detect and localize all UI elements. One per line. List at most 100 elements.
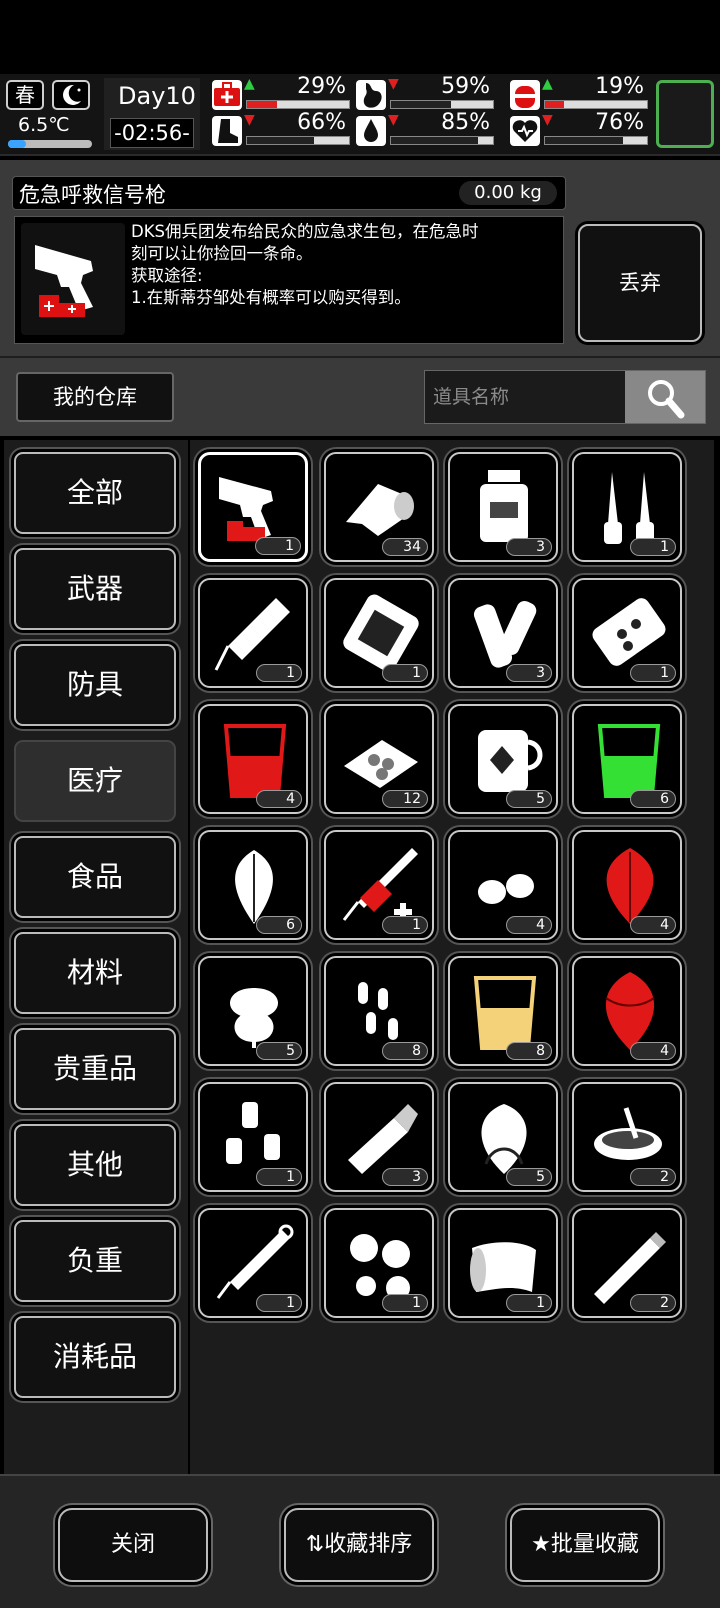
inventory-slot[interactable]: 1 bbox=[448, 1208, 558, 1318]
item-count: 4 bbox=[630, 1042, 676, 1060]
inventory-slot[interactable]: 2 bbox=[572, 1082, 682, 1192]
inventory-slot[interactable]: 5 bbox=[198, 956, 308, 1066]
inventory-slot[interactable]: 4 bbox=[198, 704, 308, 814]
item-count: 3 bbox=[506, 538, 552, 556]
category-load[interactable]: 负重 bbox=[14, 1220, 176, 1302]
item-count: 1 bbox=[382, 916, 428, 934]
item-count: 1 bbox=[255, 537, 301, 555]
item-count: 5 bbox=[506, 1168, 552, 1186]
inventory-slot[interactable]: 6 bbox=[198, 830, 308, 940]
inventory-slot[interactable]: 1 bbox=[572, 452, 682, 562]
stat-fill bbox=[391, 137, 478, 144]
item-count: 34 bbox=[382, 538, 428, 556]
stat-fill bbox=[391, 101, 452, 108]
stat-fill bbox=[545, 137, 623, 144]
my-warehouse-button[interactable]: 我的仓库 bbox=[16, 372, 174, 422]
equipped-slot[interactable] bbox=[656, 80, 714, 148]
energy-stat: ▲ 19% bbox=[510, 74, 650, 114]
item-count: 1 bbox=[256, 1294, 302, 1312]
stat-fill bbox=[247, 101, 277, 108]
inventory-slot[interactable]: 1 bbox=[324, 578, 434, 688]
flare-gun-icon bbox=[21, 223, 125, 335]
sort-favorites-button[interactable]: ⇅收藏排序 bbox=[284, 1508, 434, 1582]
discard-button[interactable]: 丢弃 bbox=[578, 224, 702, 342]
boot-icon bbox=[212, 116, 242, 146]
item-name-bar: 危急呼救信号枪 0.00 kg bbox=[12, 176, 566, 210]
item-description-box: DKS佣兵团发布给民众的应急求生包，在危急时 刻可以让你捡回一条命。 获取途径:… bbox=[14, 216, 564, 344]
item-count: 1 bbox=[506, 1294, 552, 1312]
stars-icon: ★ bbox=[531, 1532, 551, 1557]
trend-arrow-icon: ▼ bbox=[388, 76, 399, 92]
category-sidebar: 全部 武器 防具 医疗 食品 材料 贵重品 其他 负重 消耗品 bbox=[4, 440, 188, 1474]
temperature: 6.5℃ bbox=[6, 114, 92, 150]
item-count: 1 bbox=[630, 664, 676, 682]
trend-arrow-icon: ▼ bbox=[244, 112, 255, 128]
search-input[interactable] bbox=[425, 371, 625, 423]
inventory-slot[interactable]: 5 bbox=[448, 704, 558, 814]
inventory-slot[interactable]: 3 bbox=[324, 1082, 434, 1192]
item-count: 2 bbox=[630, 1294, 676, 1312]
search-icon bbox=[648, 380, 685, 419]
inventory-slot[interactable]: 4 bbox=[572, 830, 682, 940]
inventory-slot[interactable]: 3 bbox=[448, 452, 558, 562]
category-medical[interactable]: 医疗 bbox=[14, 740, 176, 822]
battery-icon bbox=[510, 80, 540, 110]
inventory-slot[interactable]: 12 bbox=[324, 704, 434, 814]
medkit-icon bbox=[212, 80, 242, 110]
item-count: 8 bbox=[382, 1042, 428, 1060]
item-count: 1 bbox=[630, 538, 676, 556]
category-weapons[interactable]: 武器 bbox=[14, 548, 176, 630]
trend-arrow-icon: ▼ bbox=[388, 112, 399, 128]
item-count: 8 bbox=[506, 1042, 552, 1060]
item-count: 1 bbox=[382, 664, 428, 682]
hunger-stat: ▼ 59% bbox=[356, 74, 496, 114]
close-button[interactable]: 关闭 bbox=[58, 1508, 208, 1582]
inventory-slot[interactable]: 34 bbox=[324, 452, 434, 562]
inventory-slot[interactable]: 4 bbox=[448, 830, 558, 940]
inventory-slot[interactable]: 3 bbox=[448, 578, 558, 688]
stomach-icon bbox=[356, 80, 386, 110]
inventory-slot[interactable]: 2 bbox=[572, 1208, 682, 1318]
item-count: 5 bbox=[256, 1042, 302, 1060]
bottom-bar: 关闭 ⇅收藏排序 ★批量收藏 bbox=[0, 1474, 720, 1608]
category-consumables[interactable]: 消耗品 bbox=[14, 1316, 176, 1398]
inventory-slot[interactable]: 1 bbox=[324, 1208, 434, 1318]
category-armor[interactable]: 防具 bbox=[14, 644, 176, 726]
item-name: 危急呼救信号枪 bbox=[19, 183, 166, 207]
item-count: 6 bbox=[256, 916, 302, 934]
inventory-slot[interactable]: 8 bbox=[448, 956, 558, 1066]
batch-favorite-button[interactable]: ★批量收藏 bbox=[510, 1508, 660, 1582]
item-count: 1 bbox=[382, 1294, 428, 1312]
health-stat: ▲ 29% bbox=[212, 74, 352, 114]
inventory-slot[interactable]: 1 bbox=[198, 1082, 308, 1192]
category-other[interactable]: 其他 bbox=[14, 1124, 176, 1206]
temperature-bar bbox=[8, 140, 92, 148]
item-count: 1 bbox=[256, 664, 302, 682]
inventory-slot[interactable]: 1 bbox=[572, 578, 682, 688]
day-panel: Day10 -02:56- bbox=[104, 78, 200, 150]
category-materials[interactable]: 材料 bbox=[14, 932, 176, 1014]
search-button[interactable] bbox=[625, 371, 705, 423]
inventory-slot[interactable]: 5 bbox=[448, 1082, 558, 1192]
inventory-slot[interactable]: 6 bbox=[572, 704, 682, 814]
status-hud: 春 6.5℃ Day10 -02:56- ▲ 29% ▼ 59% ▲ 19% ▼… bbox=[0, 74, 720, 156]
mood-stat: ▼ 76% bbox=[510, 110, 650, 150]
category-food[interactable]: 食品 bbox=[14, 836, 176, 918]
inventory-slot[interactable]: 1 bbox=[198, 452, 308, 562]
inventory-slot[interactable]: 1 bbox=[198, 1208, 308, 1318]
inventory-slot[interactable]: 1 bbox=[198, 578, 308, 688]
inventory-slot[interactable]: 8 bbox=[324, 956, 434, 1066]
search-box bbox=[424, 370, 706, 424]
moon-icon bbox=[52, 80, 90, 110]
inventory-slot[interactable]: 1 bbox=[324, 830, 434, 940]
category-all[interactable]: 全部 bbox=[14, 452, 176, 534]
stamina-stat: ▼ 66% bbox=[212, 110, 352, 150]
item-description: DKS佣兵团发布给民众的应急求生包，在危急时 刻可以让你捡回一条命。 获取途径:… bbox=[131, 222, 479, 307]
water-drop-icon bbox=[356, 116, 386, 146]
trend-arrow-icon: ▼ bbox=[542, 112, 553, 128]
item-count: 3 bbox=[506, 664, 552, 682]
item-grid: 1 34 3 1 1 1 3 1 4 12 5 6 6 1 4 4 5 8 8 4 1 3 5 2 1 1 1 2 bbox=[190, 440, 714, 1474]
item-count: 1 bbox=[256, 1168, 302, 1186]
inventory-slot[interactable]: 4 bbox=[572, 956, 682, 1066]
category-valuables[interactable]: 贵重品 bbox=[14, 1028, 176, 1110]
